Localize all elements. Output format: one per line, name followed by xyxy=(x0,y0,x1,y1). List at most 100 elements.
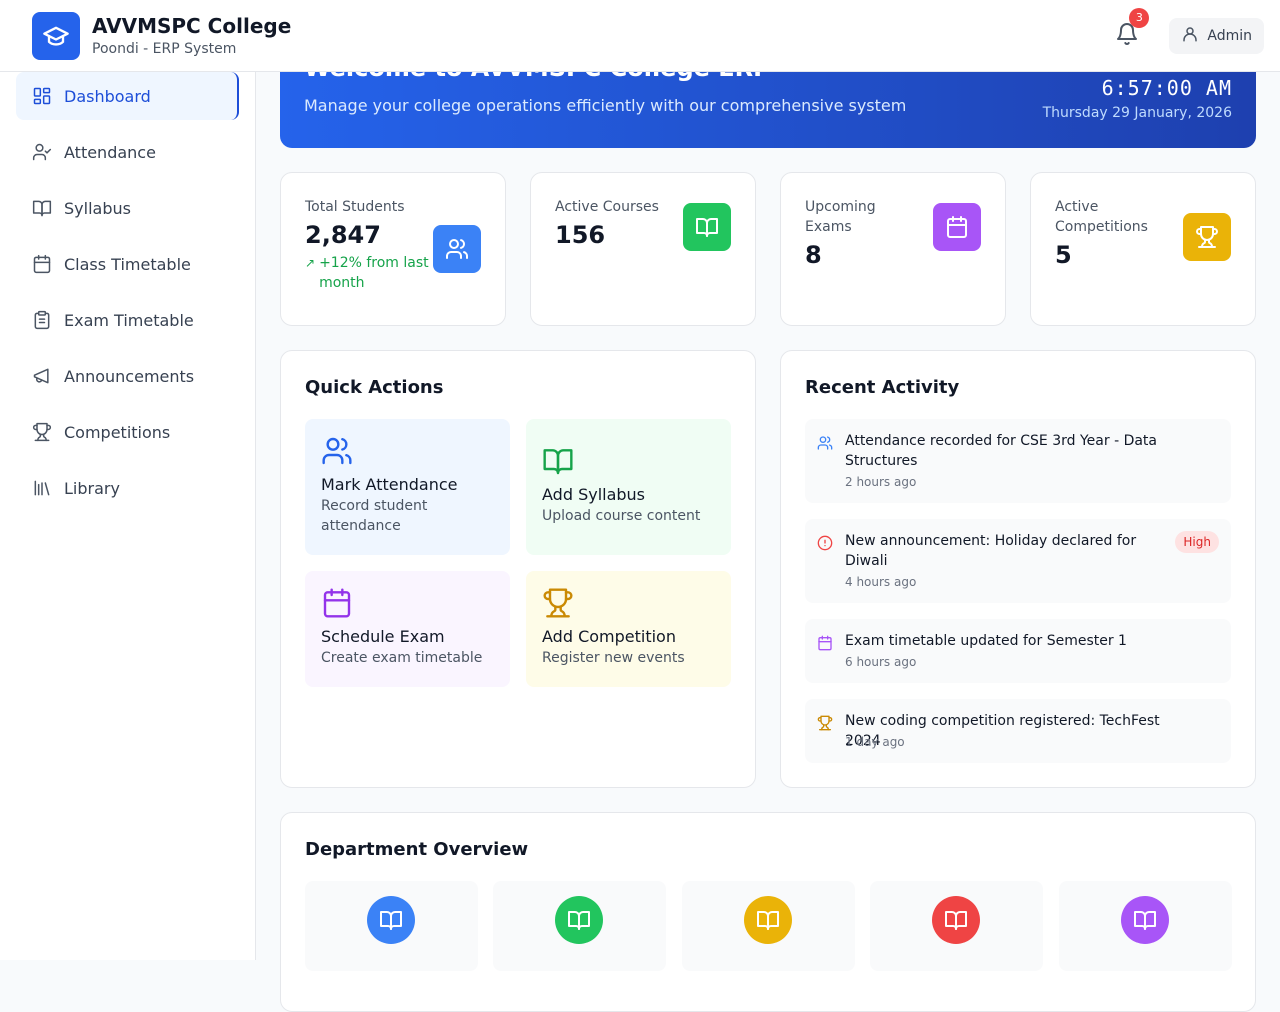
activity-time: 6 hours ago xyxy=(845,655,917,669)
activity-time: 4 hours ago xyxy=(845,575,917,589)
sidebar-item-label: Attendance xyxy=(64,142,156,162)
sidebar-item-class-timetable[interactable]: Class Timetable xyxy=(16,240,239,288)
recent-activity-panel: Recent Activity Attendance recorded for … xyxy=(780,350,1256,788)
sidebar-item-label: Syllabus xyxy=(64,198,131,218)
quick-actions-title: Quick Actions xyxy=(305,377,444,398)
sidebar-item-label: Class Timetable xyxy=(64,254,191,274)
department-overview-panel: Department Overview xyxy=(280,812,1256,1012)
quick-action-description: Upload course content xyxy=(542,508,701,524)
sidebar-item-syllabus[interactable]: Syllabus xyxy=(16,184,239,232)
sidebar: Dashboard Attendance Syllabus Class Timetab… xyxy=(0,72,256,960)
sidebar-nav: Dashboard Attendance Syllabus Class Timetab… xyxy=(16,72,239,520)
clipboard-icon xyxy=(32,310,52,330)
book-icon xyxy=(367,896,415,944)
stat-trend-text: +12% from last month xyxy=(319,255,429,291)
book-icon xyxy=(932,896,980,944)
activity-text: Attendance recorded for CSE 3rd Year - D… xyxy=(845,433,1157,469)
book-icon xyxy=(744,896,792,944)
users-icon xyxy=(433,225,481,273)
notification-count-badge: 3 xyxy=(1129,7,1150,28)
quick-action-schedule-exam[interactable]: Schedule Exam Create exam timetable xyxy=(305,571,510,687)
alert-circle-icon xyxy=(817,535,833,551)
priority-badge: High xyxy=(1175,531,1219,553)
trophy-icon xyxy=(32,422,52,442)
department-card[interactable] xyxy=(493,881,666,971)
activity-item: New announcement: Holiday declared for D… xyxy=(805,519,1231,603)
calendar-icon xyxy=(817,635,833,651)
app-title: AVVMSPC College xyxy=(92,13,292,38)
library-icon xyxy=(32,478,52,498)
dashboard-icon xyxy=(32,86,52,106)
current-date: Thursday 29 January, 2026 xyxy=(1042,105,1232,121)
current-time: 6:57:00 AM xyxy=(1101,76,1232,100)
activity-item: Attendance recorded for CSE 3rd Year - D… xyxy=(805,419,1231,503)
quick-action-add-competition[interactable]: Add Competition Register new events xyxy=(526,571,731,687)
sidebar-item-competitions[interactable]: Competitions xyxy=(16,408,239,456)
top-header: AVVMSPC College Poondi - ERP System 3 Ad… xyxy=(0,0,1280,72)
quick-action-title: Schedule Exam xyxy=(321,627,445,646)
department-card[interactable] xyxy=(305,881,478,971)
quick-actions-panel: Quick Actions Mark Attendance Record stud… xyxy=(280,350,756,788)
sidebar-item-exam-timetable[interactable]: Exam Timetable xyxy=(16,296,239,344)
book-icon xyxy=(683,203,731,251)
sidebar-item-label: Dashboard xyxy=(64,86,151,106)
activity-item: New coding competition registered: TechF… xyxy=(805,699,1231,763)
department-card[interactable] xyxy=(870,881,1043,971)
stat-card-upcoming-exams: Upcoming Exams 8 xyxy=(780,172,1006,326)
activity-item: Exam timetable updated for Semester 1 6 h… xyxy=(805,619,1231,683)
user-icon xyxy=(1181,25,1199,47)
sidebar-item-announcements[interactable]: Announcements xyxy=(16,352,239,400)
user-check-icon xyxy=(32,142,52,162)
department-card[interactable] xyxy=(1059,881,1232,971)
trophy-icon xyxy=(1183,213,1231,261)
brand: AVVMSPC College Poondi - ERP System xyxy=(92,13,291,59)
megaphone-icon xyxy=(32,366,52,386)
book-icon xyxy=(542,445,715,477)
department-overview-title: Department Overview xyxy=(305,839,529,860)
recent-activity-title: Recent Activity xyxy=(805,377,960,398)
sidebar-item-attendance[interactable]: Attendance xyxy=(16,128,239,176)
trend-up-icon: ↗ xyxy=(305,256,316,270)
stat-label: Upcoming Exams xyxy=(805,199,876,235)
sidebar-item-label: Competitions xyxy=(64,422,171,442)
book-icon xyxy=(555,896,603,944)
calendar-icon xyxy=(32,254,52,274)
sidebar-item-label: Announcements xyxy=(64,366,195,386)
notifications-button[interactable]: 3 xyxy=(1107,7,1150,56)
stat-label: Active Competitions xyxy=(1055,199,1148,235)
user-menu-button[interactable]: Admin xyxy=(1169,17,1264,54)
user-label: Admin xyxy=(1207,27,1252,44)
graduation-cap-icon xyxy=(32,11,80,60)
sidebar-item-label: Library xyxy=(64,478,120,498)
stat-label: Total Students xyxy=(305,199,405,215)
sidebar-item-label: Exam Timetable xyxy=(64,310,194,330)
book-icon xyxy=(32,198,52,218)
department-card[interactable] xyxy=(682,881,855,971)
calendar-icon xyxy=(933,203,981,251)
app-subtitle: Poondi - ERP System xyxy=(92,40,237,57)
users-icon xyxy=(817,435,833,451)
stat-card-active-courses: Active Courses 156 xyxy=(530,172,756,326)
trophy-icon xyxy=(542,587,715,619)
stat-card-active-competitions: Active Competitions 5 xyxy=(1030,172,1256,326)
quick-action-title: Mark Attendance xyxy=(321,475,458,494)
sidebar-item-library[interactable]: Library xyxy=(16,464,239,512)
welcome-description: Manage your college operations efficient… xyxy=(304,96,907,115)
activity-text: New announcement: Holiday declared for D… xyxy=(845,533,1137,569)
quick-action-title: Add Syllabus xyxy=(542,485,646,504)
activity-text: Exam timetable updated for Semester 1 xyxy=(845,633,1127,649)
quick-action-description: Create exam timetable xyxy=(321,650,483,666)
activity-time: 2 hours ago xyxy=(845,475,917,489)
activity-time: 1 day ago xyxy=(845,735,905,749)
quick-action-mark-attendance[interactable]: Mark Attendance Record student attendance xyxy=(305,419,510,555)
quick-action-description: Register new events xyxy=(542,650,685,666)
trophy-icon xyxy=(817,715,833,731)
stat-label: Active Courses xyxy=(555,199,659,215)
book-icon xyxy=(1121,896,1169,944)
sidebar-item-dashboard[interactable]: Dashboard xyxy=(16,72,239,120)
quick-action-title: Add Competition xyxy=(542,627,676,646)
quick-action-description: Record student attendance xyxy=(321,498,428,534)
quick-action-add-syllabus[interactable]: Add Syllabus Upload course content xyxy=(526,419,731,555)
calendar-icon xyxy=(321,587,494,619)
stat-card-total-students: Total Students 2,847 ↗ +12% from last month xyxy=(280,172,506,326)
